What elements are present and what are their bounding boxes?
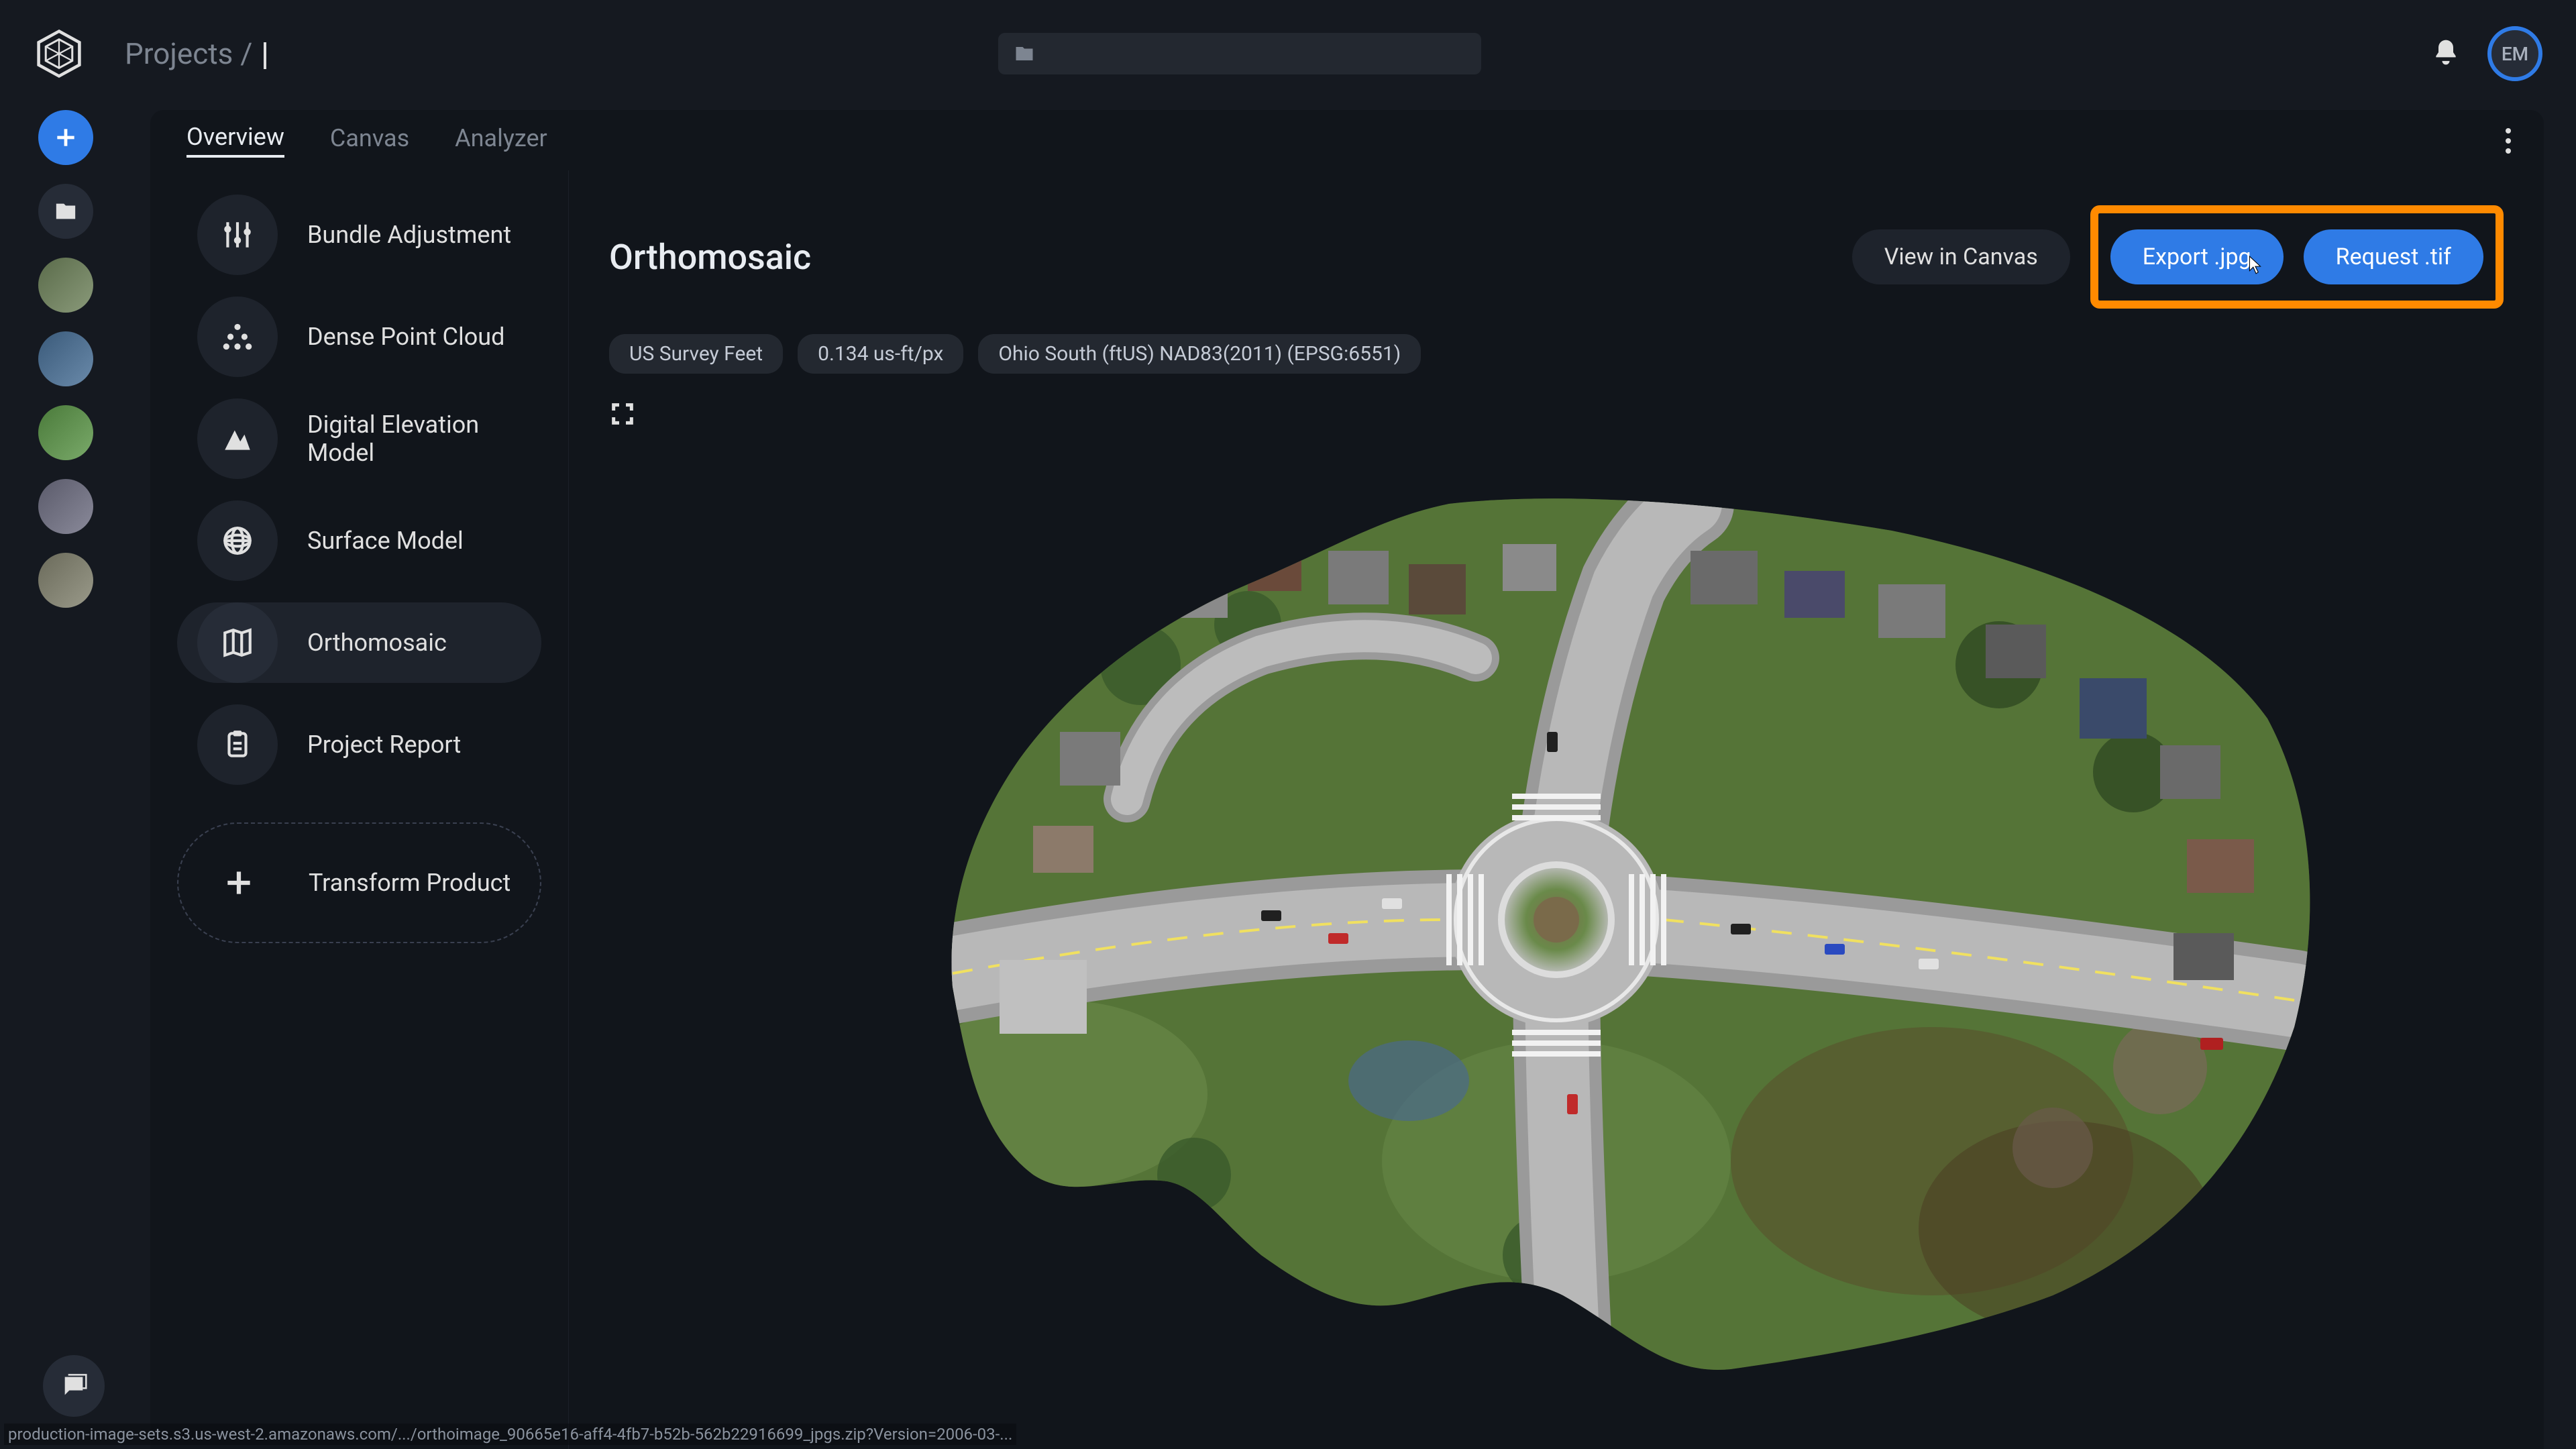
main-panel: Overview Canvas Analyzer Bundle Adjustme… <box>150 110 2544 1449</box>
top-right-controls: EM <box>2431 26 2542 81</box>
metadata-chips: US Survey Feet 0.134 us-ft/px Ohio South… <box>609 334 2504 374</box>
add-button[interactable] <box>38 110 93 165</box>
search-input[interactable] <box>998 33 1481 74</box>
globe-icon <box>197 500 278 581</box>
cursor-icon <box>2247 255 2263 275</box>
sidebar-item-label: Surface Model <box>307 527 464 555</box>
export-highlight: Export .jpg Request .tif <box>2090 205 2504 309</box>
left-rail <box>30 110 102 608</box>
folder-icon <box>1014 44 1034 64</box>
sidebar-item-label: Digital Elevation Model <box>307 411 521 467</box>
breadcrumb-root[interactable]: Projects <box>125 36 233 71</box>
orthomosaic-image[interactable] <box>778 450 2334 1416</box>
sidebar-item-label: Bundle Adjustment <box>307 221 511 249</box>
project-thumb[interactable] <box>38 405 93 460</box>
sidebar-item-digital-elevation-model[interactable]: Digital Elevation Model <box>177 398 541 479</box>
tab-overview[interactable]: Overview <box>186 123 284 158</box>
map-icon <box>197 602 278 683</box>
chat-button[interactable] <box>43 1355 105 1417</box>
chip-units: US Survey Feet <box>609 334 783 374</box>
projects-folder-button[interactable] <box>38 184 93 239</box>
process-sidebar: Bundle Adjustment Dense Point Cloud Digi… <box>150 170 569 1449</box>
sidebar-item-surface-model[interactable]: Surface Model <box>177 500 541 581</box>
clipboard-icon <box>197 704 278 785</box>
notifications-button[interactable] <box>2431 38 2461 70</box>
more-menu-button[interactable] <box>2505 127 2512 157</box>
dots-icon <box>197 297 278 377</box>
below-tabs: Bundle Adjustment Dense Point Cloud Digi… <box>150 170 2544 1449</box>
sidebar-item-label: Project Report <box>307 731 461 759</box>
content-panel: Orthomosaic View in Canvas Export .jpg R… <box>569 170 2544 1449</box>
breadcrumb[interactable]: Projects / <box>125 36 266 71</box>
project-thumb[interactable] <box>38 553 93 608</box>
header-actions: View in Canvas Export .jpg Request .tif <box>1852 205 2504 309</box>
transform-label: Transform Product <box>309 869 511 897</box>
mountain-icon <box>197 398 278 479</box>
avatar-initials: EM <box>2502 43 2528 65</box>
project-thumb[interactable] <box>38 479 93 534</box>
chip-projection: Ohio South (ftUS) NAD83(2011) (EPSG:6551… <box>978 334 1421 374</box>
tab-analyzer[interactable]: Analyzer <box>455 124 547 156</box>
breadcrumb-sep: / <box>233 36 260 71</box>
sidebar-item-orthomosaic[interactable]: Orthomosaic <box>177 602 541 683</box>
sidebar-item-project-report[interactable]: Project Report <box>177 704 541 785</box>
transform-product-button[interactable]: Transform Product <box>177 822 541 943</box>
fullscreen-button[interactable] <box>609 400 2504 430</box>
view-in-canvas-button[interactable]: View in Canvas <box>1852 229 2070 284</box>
project-thumb[interactable] <box>38 331 93 386</box>
tabs: Overview Canvas Analyzer <box>150 110 2544 170</box>
sliders-icon <box>197 195 278 275</box>
content-header: Orthomosaic View in Canvas Export .jpg R… <box>609 205 2504 309</box>
page-title: Orthomosaic <box>609 237 811 278</box>
sidebar-item-dense-point-cloud[interactable]: Dense Point Cloud <box>177 297 541 377</box>
sidebar-item-bundle-adjustment[interactable]: Bundle Adjustment <box>177 195 541 275</box>
chip-resolution: 0.134 us-ft/px <box>798 334 963 374</box>
plus-icon <box>199 843 279 923</box>
sidebar-item-label: Orthomosaic <box>307 629 447 657</box>
tab-canvas[interactable]: Canvas <box>330 124 409 156</box>
status-link: production-image-sets.s3.us-west-2.amazo… <box>4 1424 1016 1445</box>
request-tif-button[interactable]: Request .tif <box>2304 229 2483 284</box>
user-avatar[interactable]: EM <box>2487 26 2542 81</box>
top-bar: Projects / EM <box>0 0 2576 107</box>
sidebar-item-label: Dense Point Cloud <box>307 323 504 351</box>
app-logo[interactable] <box>34 28 85 79</box>
project-thumb[interactable] <box>38 258 93 313</box>
